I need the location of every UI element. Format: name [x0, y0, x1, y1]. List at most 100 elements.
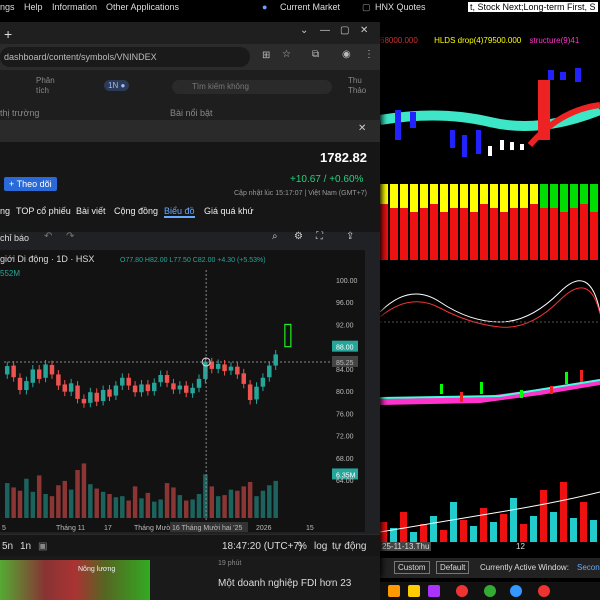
strength-bar-red: [450, 208, 458, 260]
default-button[interactable]: Default: [436, 561, 470, 574]
volume-bar: [171, 487, 176, 518]
volume-bar: [183, 500, 189, 518]
strength-bar-red: [570, 208, 578, 260]
folder-icon[interactable]: [408, 585, 420, 597]
ribbon-panel: [380, 370, 600, 405]
price-panel[interactable]: [380, 50, 600, 180]
chart-svg[interactable]: giới Di động · 1D · HSX O77.80 H82.00 L7…: [0, 250, 365, 532]
candle: [107, 389, 112, 397]
share-icon[interactable]: ⇪: [346, 231, 354, 242]
current-market-button[interactable]: Current Market: [280, 2, 340, 12]
volume-bar: [94, 488, 99, 518]
star-icon[interactable]: ☆: [282, 49, 291, 60]
custom-button[interactable]: Custom: [394, 561, 430, 574]
volume-bar: [68, 489, 74, 518]
second-label: Secon: [577, 563, 600, 572]
auto-toggle[interactable]: tự động: [332, 541, 367, 552]
app-icon[interactable]: [428, 585, 440, 597]
tab-articles[interactable]: Bài viết: [76, 206, 106, 216]
featured-label[interactable]: Bài nổi bật: [170, 108, 213, 118]
strength-bar-top: [430, 184, 438, 204]
candle: [177, 385, 183, 390]
percent-toggle[interactable]: %: [298, 541, 307, 552]
tab-community[interactable]: Cộng đồng: [114, 206, 158, 216]
hnx-icon: ▢: [362, 2, 371, 12]
price-tick-label: 96.00: [336, 300, 354, 307]
volume-bar: [580, 502, 587, 542]
hnx-quotes-button[interactable]: HNX Quotes: [375, 2, 426, 12]
taskbar: [380, 582, 600, 600]
log-toggle[interactable]: log: [314, 541, 327, 552]
zoom-icon[interactable]: ⌕: [272, 231, 278, 242]
range-5d[interactable]: 5n: [2, 541, 13, 552]
new-tab-button[interactable]: +: [4, 26, 12, 42]
menu-item-information[interactable]: Information: [52, 2, 97, 12]
chart-bottom-bar: 5n 1n ▣ 18:47:20 (UTC+7) % log tự động: [0, 534, 380, 557]
volume-bar: [49, 496, 55, 518]
volume-bar: [24, 478, 29, 518]
address-bar[interactable]: dashboard/content/symbols/VNINDEX: [0, 47, 250, 67]
maximize-icon[interactable]: ▢: [340, 25, 349, 36]
tab-price-history[interactable]: Giá quá khứ: [204, 206, 254, 216]
redo-icon[interactable]: ↷: [66, 231, 74, 242]
menu-item-settings[interactable]: ngs: [0, 2, 15, 12]
calendar-icon[interactable]: ▣: [38, 541, 47, 552]
candle: [17, 377, 23, 390]
undo-icon[interactable]: ↶: [44, 231, 52, 242]
volume-panel: [380, 482, 600, 542]
menu-item-other-apps[interactable]: Other Applications: [106, 2, 179, 12]
market-label[interactable]: thị trường: [0, 108, 39, 118]
heatmap[interactable]: [0, 560, 150, 600]
x-tick-label: 2026: [256, 525, 272, 532]
volume-bar: [132, 486, 138, 518]
volume-bar: [5, 483, 10, 518]
article-headline[interactable]: Một doanh nghiệp FDI hơn 23: [218, 578, 351, 589]
menu-item-help[interactable]: Help: [24, 2, 43, 12]
settings-icon[interactable]: ⚙: [294, 231, 303, 242]
volume-bar: [273, 480, 278, 518]
volume-bar: [267, 485, 272, 518]
strength-bar-red: [590, 212, 598, 260]
chrome-icon[interactable]: [538, 585, 550, 597]
chrome-icon[interactable]: [456, 585, 468, 597]
strength-bar-red: [410, 212, 418, 260]
price-chart[interactable]: giới Di động · 1D · HSX O77.80 H82.00 L7…: [0, 250, 365, 532]
price-tick-label: 72.00: [336, 434, 354, 441]
strength-bar-top: [520, 184, 528, 208]
candle: [75, 385, 80, 399]
tab-chart[interactable]: Biểu đồ: [164, 206, 195, 218]
strength-bar-top: [490, 184, 498, 208]
strength-bar-top: [410, 184, 418, 212]
range-1d[interactable]: 1n: [20, 541, 31, 552]
user-name[interactable]: Thu Thảo: [348, 76, 378, 96]
dropdown-icon[interactable]: ⌄: [300, 25, 308, 36]
tab-overview[interactable]: ng: [0, 206, 10, 216]
translate-icon[interactable]: ⊞: [262, 50, 270, 61]
close-icon[interactable]: ✕: [360, 25, 368, 36]
app-icon[interactable]: [388, 585, 400, 597]
chrome-icon[interactable]: [484, 585, 496, 597]
candle: [254, 386, 259, 400]
candle: [62, 384, 68, 392]
fullscreen-icon[interactable]: ⛶: [316, 231, 323, 242]
chrome-icon[interactable]: [510, 585, 522, 597]
x-tick-label: 17: [104, 525, 112, 532]
extensions-icon[interactable]: ⧉: [312, 49, 319, 60]
nav-analysis[interactable]: Phân tích: [36, 76, 60, 96]
indicators-button[interactable]: chỉ báo: [0, 233, 29, 243]
volume-bar: [400, 512, 407, 542]
search-input[interactable]: Tìm kiếm không: [172, 80, 332, 94]
terminal-controls: Custom Default Currently Active Window: …: [380, 558, 600, 578]
volume-bar: [440, 530, 447, 542]
volume-bar: [235, 490, 240, 518]
profile-icon[interactable]: ◉: [342, 49, 351, 60]
menu-icon[interactable]: ⋮: [364, 49, 374, 60]
minimize-icon[interactable]: —: [320, 25, 330, 36]
close-panel-icon[interactable]: ✕: [358, 123, 366, 134]
follow-button[interactable]: + Theo dõi: [4, 177, 57, 191]
toggle-pill[interactable]: 1N ●: [104, 80, 130, 91]
tab-top-stocks[interactable]: TOP cổ phiếu: [16, 206, 71, 216]
volume-bar: [81, 463, 87, 518]
strength-bar-red: [560, 212, 568, 260]
strength-bar-top: [560, 184, 568, 212]
